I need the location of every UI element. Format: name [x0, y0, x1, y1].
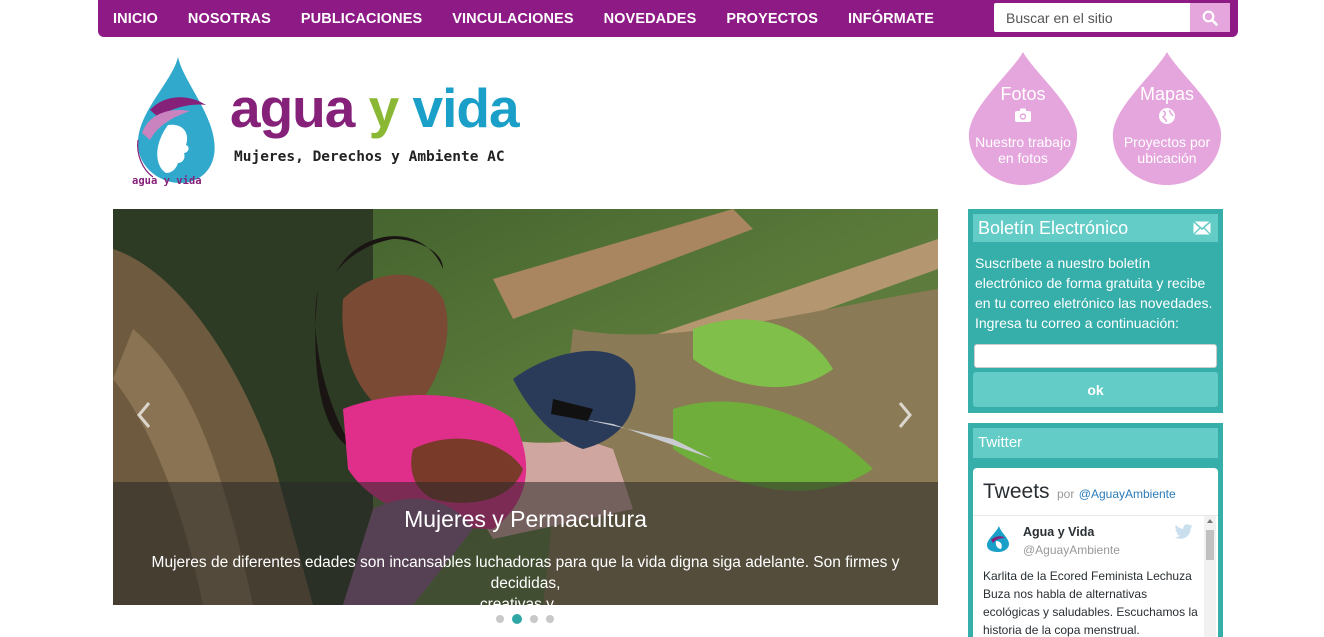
newsletter-panel: Boletín Electrónico Suscríbete a nuestro…	[968, 209, 1223, 413]
scrollbar-thumb[interactable]	[1206, 530, 1214, 560]
scroll-up-arrow-icon[interactable]	[1207, 519, 1213, 523]
water-drop-woman-logo-icon	[137, 57, 215, 183]
newsletter-email-input[interactable]	[974, 344, 1217, 368]
divider	[973, 515, 1218, 516]
search-icon	[1202, 10, 1218, 26]
logo-title: agua y vida	[230, 81, 520, 136]
search-input[interactable]	[994, 3, 1190, 32]
newsletter-text: Suscríbete a nuestro boletín electrónico…	[975, 255, 1213, 331]
logo-subtitle: Mujeres, Derechos y Ambiente AC	[234, 149, 505, 165]
twitter-panel: Twitter Tweets por @AguayAmbiente Agua y…	[968, 423, 1223, 637]
search-box	[994, 3, 1230, 32]
carousel-next-arrow-icon[interactable]	[898, 401, 912, 437]
nav-item-nosotras[interactable]: NOSOTRAS	[188, 11, 271, 27]
carousel-dot-2[interactable]	[512, 614, 522, 624]
drop-desc-line: ubicación	[1137, 150, 1197, 166]
nav-item-inicio[interactable]: INICIO	[113, 11, 158, 27]
nav-menu: INICIO NOSOTRAS PUBLICACIONES VINCULACIO…	[113, 11, 964, 27]
carousel-dot-4[interactable]	[546, 615, 554, 623]
newsletter-submit-button[interactable]: ok	[973, 372, 1218, 407]
nav-item-proyectos[interactable]: PROYECTOS	[726, 11, 818, 27]
site-logo[interactable]: agua y vida Mujeres, Derechos y Ambiente…	[128, 55, 618, 190]
carousel-dot-1[interactable]	[496, 615, 504, 623]
image-carousel[interactable]: Mujeres y Permacultura Mujeres de difere…	[113, 209, 938, 605]
carousel-indicators	[496, 614, 554, 624]
slide-excerpt: Mujeres de diferentes edades son incansa…	[123, 552, 928, 605]
mapas-drop-link[interactable]: Mapas Proyectos por ubicación	[1111, 50, 1223, 186]
drop-description: Nuestro trabajo en fotos	[967, 134, 1079, 166]
newsletter-header: Boletín Electrónico	[973, 214, 1218, 242]
nav-item-novedades[interactable]: NOVEDADES	[604, 11, 697, 27]
twitter-widget: Tweets por @AguayAmbiente Agua y Vida @A…	[973, 468, 1218, 637]
newsletter-title: Boletín Electrónico	[978, 218, 1129, 238]
drop-description: Proyectos por ubicación	[1111, 134, 1223, 166]
drop-title: Fotos	[1000, 84, 1046, 104]
twitter-account-link[interactable]: @AguayAmbiente	[1079, 487, 1176, 501]
tweet-author-handle[interactable]: @AguayAmbiente	[1023, 543, 1120, 557]
twitter-by-label: por	[1056, 487, 1075, 501]
nav-item-publicaciones[interactable]: PUBLICACIONES	[301, 11, 422, 27]
search-button[interactable]	[1190, 3, 1230, 32]
logo-word-vida: vida	[412, 77, 520, 139]
slide-excerpt-line: Mujeres de diferentes edades son incansa…	[151, 554, 900, 592]
globe-icon	[1159, 108, 1175, 124]
camera-icon	[1015, 108, 1031, 122]
slide-excerpt-line: creativas y ...	[479, 596, 572, 605]
nav-item-informate[interactable]: INFÓRMATE	[848, 11, 934, 27]
carousel-prev-arrow-icon[interactable]	[137, 401, 151, 437]
drop-desc-line: en fotos	[998, 150, 1048, 166]
tweet-scrollbar[interactable]	[1204, 516, 1216, 637]
envelope-icon	[1193, 221, 1211, 235]
twitter-bird-icon[interactable]	[1175, 524, 1193, 539]
logo-small-text: agua y vida	[132, 175, 202, 187]
fotos-drop-link[interactable]: Fotos Nuestro trabajo en fotos	[967, 50, 1079, 186]
twitter-header: Twitter	[973, 428, 1218, 458]
tweet-author-name[interactable]: Agua y Vida	[1023, 525, 1094, 539]
drop-title: Mapas	[1139, 84, 1195, 104]
carousel-dot-3[interactable]	[530, 615, 538, 623]
drop-desc-line: Proyectos por	[1123, 134, 1211, 150]
top-navbar: INICIO NOSOTRAS PUBLICACIONES VINCULACIO…	[98, 0, 1238, 37]
twitter-widget-title: Tweets	[983, 480, 1050, 503]
twitter-widget-header: Tweets por @AguayAmbiente	[983, 480, 1176, 504]
avatar[interactable]	[983, 524, 1013, 554]
slide-title: Mujeres y Permacultura	[404, 506, 647, 532]
nav-item-vinculaciones[interactable]: VINCULACIONES	[452, 11, 573, 27]
logo-word-agua: agua	[230, 77, 355, 139]
tweet-text: Karlita de la Ecored Feminista Lechuza B…	[983, 569, 1198, 637]
logo-word-y: y	[368, 77, 400, 139]
drop-desc-line: Nuestro trabajo	[975, 134, 1071, 150]
